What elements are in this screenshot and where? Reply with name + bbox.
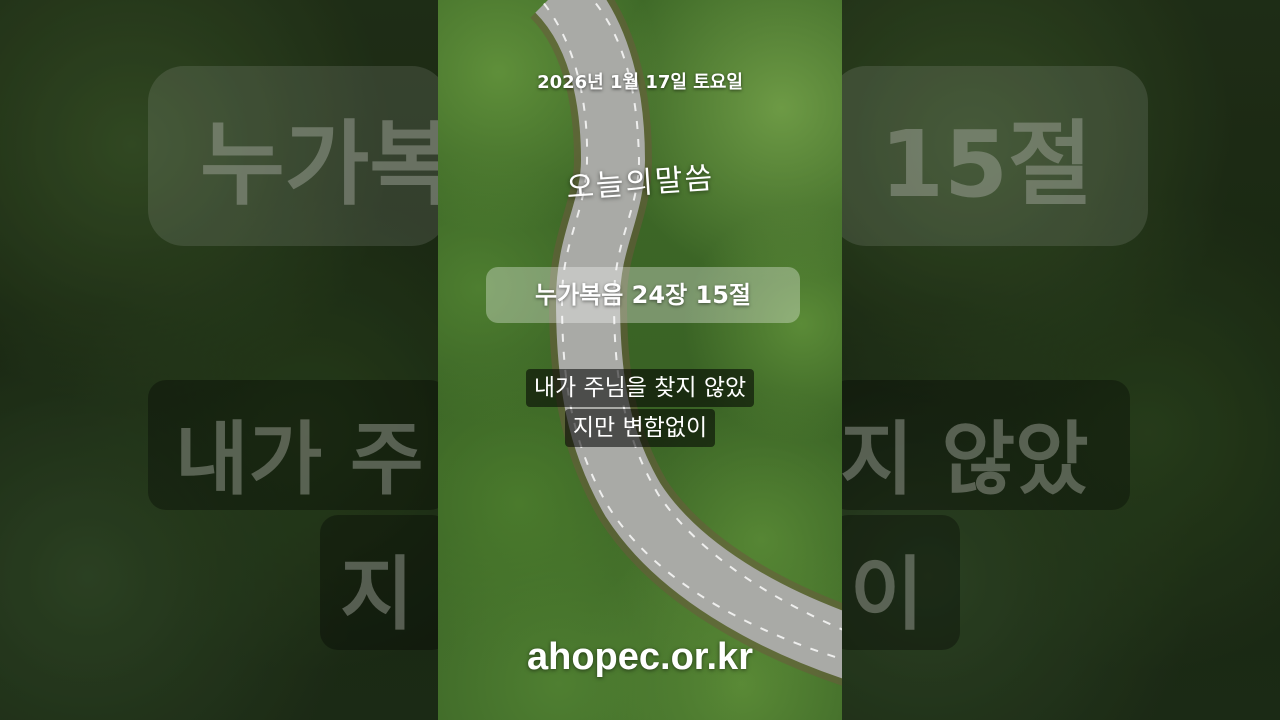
website-url: ahopec.or.kr xyxy=(527,636,753,678)
ghost-reference-text-left: 누가복 xyxy=(200,111,454,218)
ghost-verse-text-right-2: 이 xyxy=(850,548,924,641)
video-frame: 누가복 내가 주 지 15절 지 않았 이 2026년 1월 17일 토요일 오… xyxy=(0,0,1280,720)
scripture-reference: 누가복음 24장 15절 xyxy=(535,281,751,309)
blurred-background-left: 누가복 내가 주 지 xyxy=(0,0,454,720)
video-panel: 2026년 1월 17일 토요일 오늘의말씀 누가복음 24장 15절 내가 주… xyxy=(438,0,842,720)
scripture-reference-box: 누가복음 24장 15절 xyxy=(486,267,800,323)
verse-line-1: 내가 주님을 찾지 않았 xyxy=(525,369,755,407)
ghost-verse-text-left-2: 지 xyxy=(340,548,414,641)
blurred-background-right: 15절 지 않았 이 xyxy=(830,0,1280,720)
verse-text: 내가 주님을 찾지 않았 지만 변함없이 xyxy=(438,368,842,448)
ghost-reference-text-right: 15절 xyxy=(880,111,1093,218)
road-illustration xyxy=(529,0,842,686)
ghost-verse-text-left: 내가 주 xyxy=(175,413,424,506)
ghost-verse-text-right: 지 않았 xyxy=(840,413,1089,506)
verse-line-2: 지만 변함없이 xyxy=(564,409,716,447)
road-surface xyxy=(534,0,842,679)
date-label: 2026년 1월 17일 토요일 xyxy=(537,72,743,93)
